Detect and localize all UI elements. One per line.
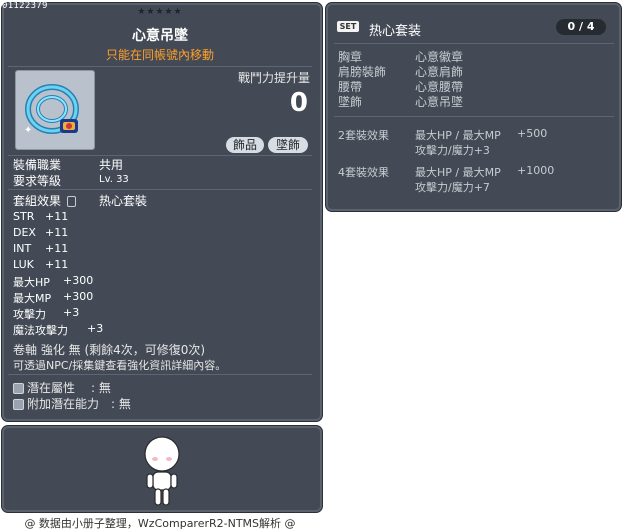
set-effect-2-attack: 攻擊力/魔力+3 [415,144,490,157]
set-title: 热心套装 [369,24,422,39]
npc-info: 可透過NPC/採集鍵查看強化資訊詳細內容。 [13,359,227,372]
set-effect-label-text: 套組效果 [13,194,62,208]
attack-increase-value: 0 [289,88,308,118]
tag-pendant: 墜飾 [268,137,308,153]
divider [8,66,312,67]
svg-text:✦: ✦ [24,125,32,136]
stat-name: 最大MP [13,292,52,305]
stat-value: +11 [45,226,69,239]
divider [8,374,312,375]
set-tooltip-panel: SET 热心套装 0 / 4 胸章 心意徽章 肩膀裝飾 心意肩飾 腰帶 心意腰帶… [325,2,622,212]
stat-value: +3 [63,306,80,319]
bonus-potential-icon [13,399,24,410]
level-label: 要求等級 [13,174,62,188]
set-effect-4-label: 4套裝效果 [338,166,389,179]
avatar-preview-panel [1,425,323,513]
set-effect-2-value: +500 [517,127,548,140]
item-name: 心意吊墜 [132,28,188,44]
scroll-info: 卷軸 強化 無 (剩餘4次，可修復0次) [13,343,206,357]
potential-value: : 無 [91,381,111,395]
stat-value: +300 [63,274,94,287]
bonus-potential-label: 附加潛在能力 [27,397,100,411]
set-effect-4-attack: 攻擊力/魔力+7 [415,181,490,194]
stat-value: +11 [45,210,69,223]
divider [8,189,312,190]
set-count-badge: 0 / 4 [556,19,606,35]
character-avatar [144,436,180,506]
pendant-icon: ✦ [24,84,79,136]
stat-name: STR [13,210,35,223]
stat-value: +11 [45,258,69,271]
divider [334,43,614,44]
star-rating: ★★★★★ [137,7,183,17]
stat-name: DEX [13,226,36,239]
stat-name: 最大HP [13,276,50,289]
set-item-slot: 墜飾 [338,95,363,109]
set-badge: SET [337,21,359,32]
stat-name: 魔法攻擊力 [13,324,68,337]
bonus-potential-value: : 無 [111,397,131,411]
stat-value: +11 [45,242,69,255]
credit-text: @ 数据由小册子整理，WzComparerR2-NTMS解析 @ [24,517,296,530]
stat-name: 攻擊力 [13,308,46,321]
potential-icon [13,383,24,394]
job-label: 裝備職業 [13,158,62,172]
set-effect-label: 套組效果 [13,192,76,209]
lock-icon [66,196,76,207]
potential-label: 潛在屬性 [27,381,76,395]
divider [334,116,614,117]
attack-increase-label: 戰鬥力提升量 [237,71,310,85]
set-name: 热心套裝 [99,194,148,208]
stat-name: INT [13,242,32,255]
level-value: Lv. 33 [99,174,129,185]
item-icon-frame: ✦ [15,70,95,150]
set-effect-4-stat: 最大HP / 最大MP [415,166,501,179]
tag-accessory: 飾品 [226,137,264,153]
set-effect-2-label: 2套裝效果 [338,129,389,142]
set-item-name: 心意吊墜 [415,95,464,109]
bonus-potential-row: 附加潛在能力 : 無 [13,395,131,412]
potential-row: 潛在屬性 : 無 [13,379,111,396]
set-effect-4-value: +1000 [517,164,555,177]
set-effect-2-stat: 最大HP / 最大MP [415,129,501,142]
job-value: 共用 [99,158,124,172]
stat-value: +300 [63,290,94,303]
stat-name: LUK [13,258,34,271]
trade-restriction-note: 只能在同帳號內移動 [105,48,214,62]
stat-value: +3 [87,322,104,335]
